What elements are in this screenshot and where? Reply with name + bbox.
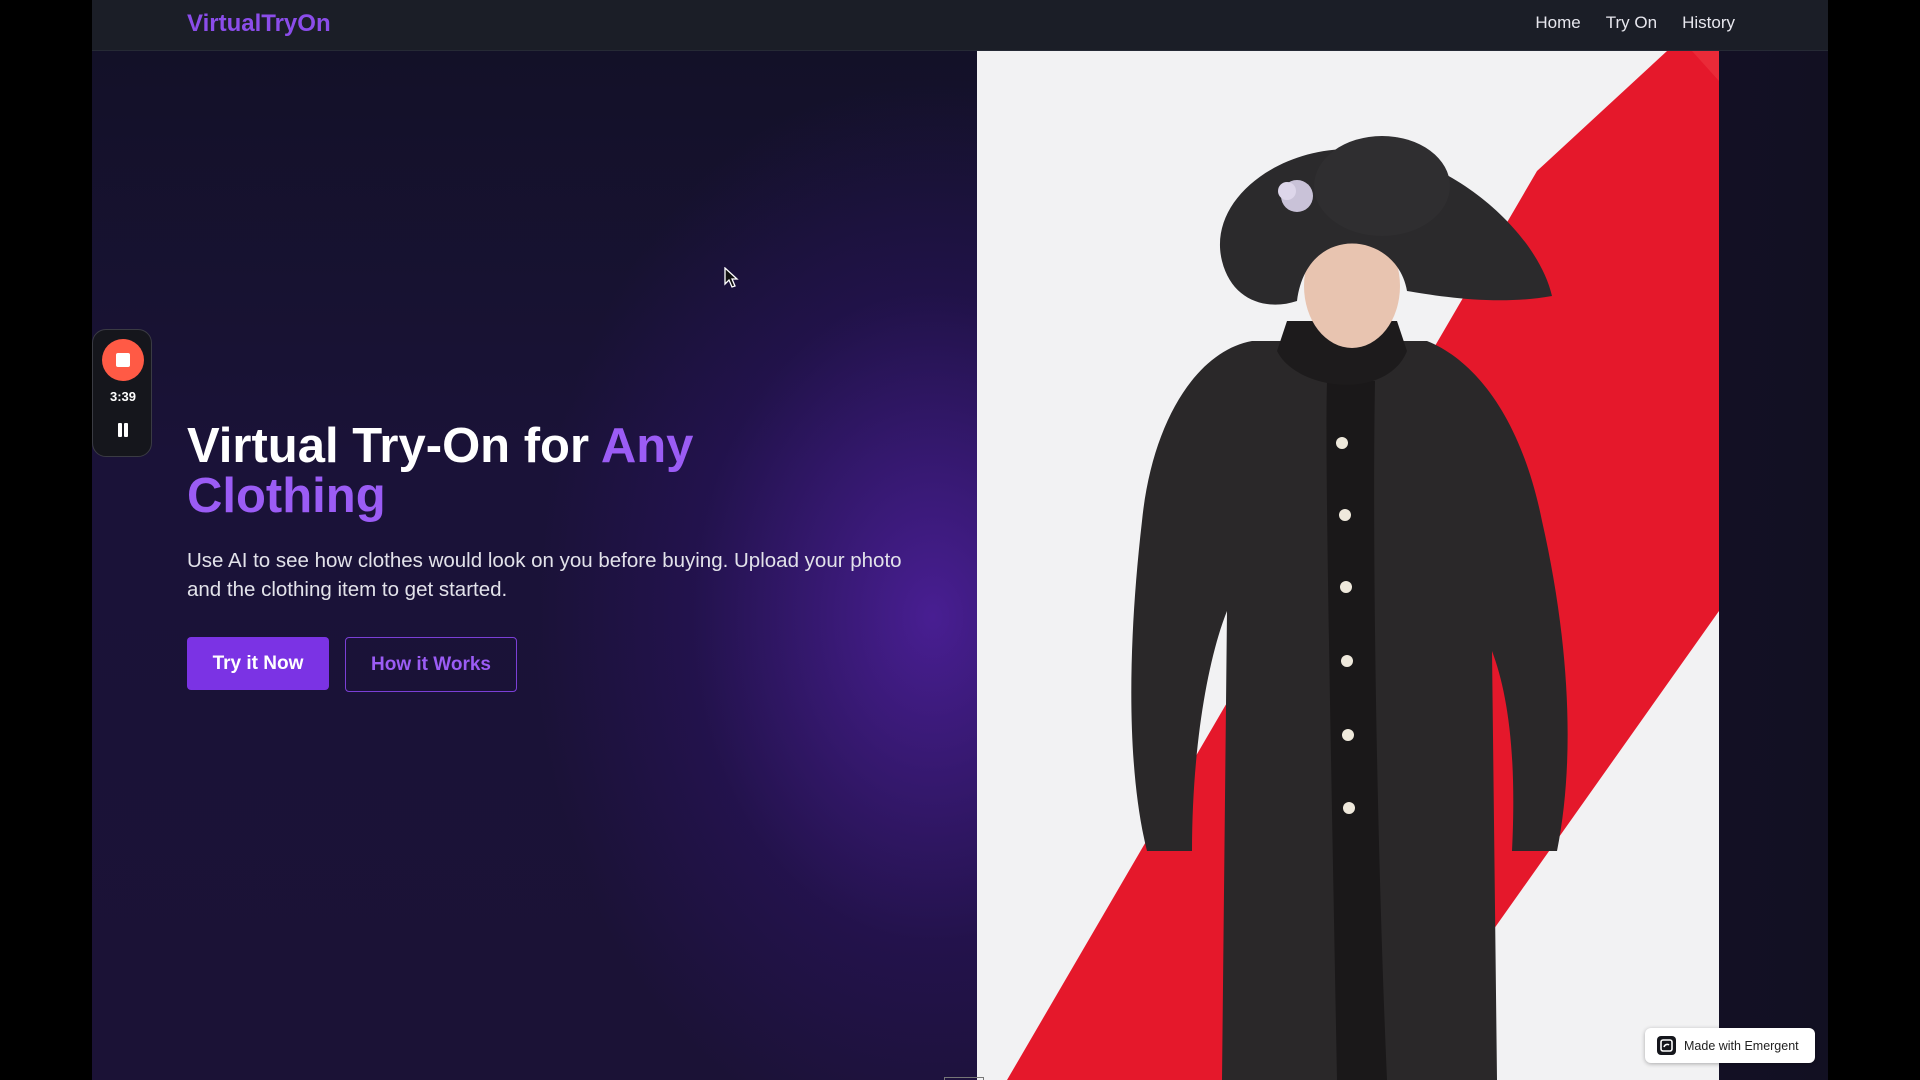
try-it-now-button[interactable]: Try it Now	[187, 637, 329, 690]
hero-description: Use AI to see how clothes would look on …	[187, 549, 902, 601]
stop-recording-button[interactable]	[102, 339, 144, 381]
screen-recorder-widget: 3:39	[92, 329, 152, 457]
hero-title-prefix: Virtual Try-On for	[187, 419, 601, 473]
badge-label: Made with Emergent	[1684, 1038, 1799, 1053]
mouse-cursor-icon	[724, 267, 739, 288]
hero-title: Virtual Try-On for Any Clothing	[187, 421, 887, 521]
model-photo-illustration	[977, 51, 1719, 1080]
nav-links: Home Try On History	[1535, 13, 1735, 33]
nav-link-home[interactable]: Home	[1535, 13, 1580, 33]
brand-logo[interactable]: VirtualTryOn	[187, 10, 331, 38]
recording-timer: 3:39	[109, 389, 137, 404]
emergent-logo-icon	[1657, 1036, 1676, 1055]
nav-link-try-on[interactable]: Try On	[1606, 13, 1657, 33]
made-with-emergent-badge[interactable]: Made with Emergent	[1645, 1028, 1815, 1063]
nav-link-history[interactable]: History	[1682, 13, 1735, 33]
top-navbar: VirtualTryOn Home Try On History	[92, 0, 1828, 51]
hero-image	[977, 51, 1719, 1080]
pause-icon[interactable]	[113, 420, 133, 440]
how-it-works-button[interactable]: How it Works	[345, 637, 517, 692]
app-window: VirtualTryOn Home Try On History Virtual…	[92, 0, 1828, 1080]
